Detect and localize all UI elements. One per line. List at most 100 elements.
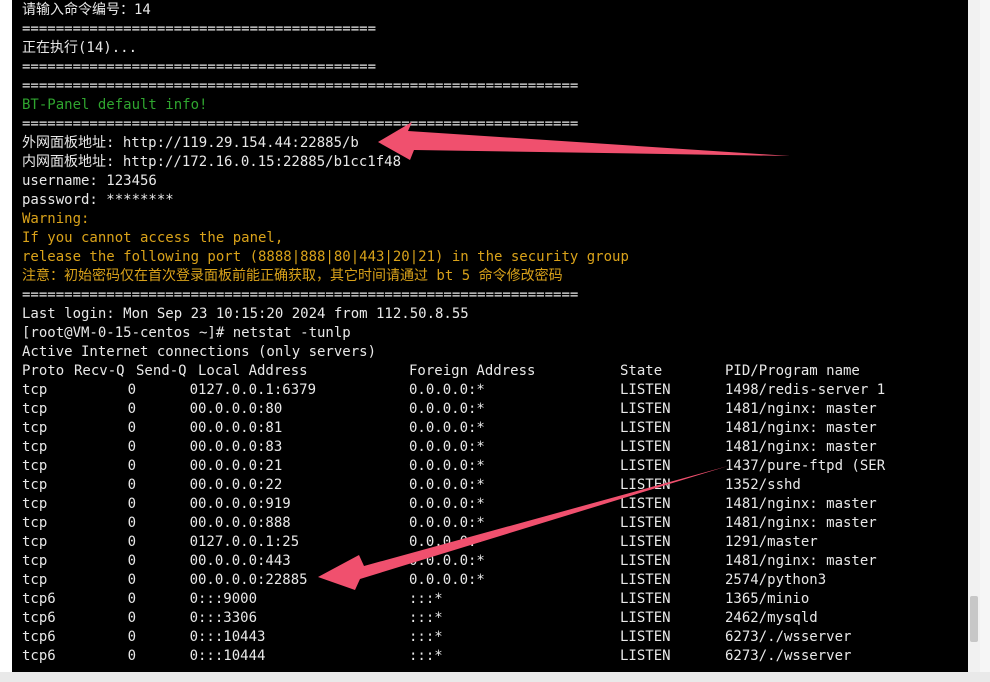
netstat-row: tcp 0 0 0.0.0.0:443 0.0.0.0:* LISTEN 1481/ngin… [22, 552, 962, 571]
netstat-cell: LISTEN [620, 648, 671, 664]
netstat-cell: 1481/nginx: master [725, 496, 877, 512]
netstat-row: tcp 0 0 0.0.0.0:81 0.0.0.0:* LISTEN 1481/nginx… [22, 419, 962, 438]
terminal-line: password: ******** [22, 192, 174, 208]
netstat-row: tcp 0 0 0.0.0.0:919 0.0.0.0:* LISTEN 1481/ngin… [22, 495, 962, 514]
terminal-line: BT-Panel default info! [22, 97, 208, 113]
netstat-cell: tcp6 [22, 591, 56, 607]
terminal-line: ========================================… [22, 59, 377, 75]
netstat-cell: 0 [189, 572, 198, 588]
netstat-row: tcp6 0 0:::3306:::* LISTEN 2462/mysqld [22, 609, 962, 628]
netstat-cell: :::* [409, 629, 443, 645]
netstat-cell: 0 [189, 439, 198, 455]
netstat-cell: LISTEN [620, 458, 671, 474]
netstat-cell: LISTEN [620, 534, 671, 550]
terminal-line: Last login: Mon Sep 23 10:15:20 2024 fro… [22, 306, 469, 322]
netstat-row: tcp6 0 0:::9000:::* LISTEN 1365/minio [22, 590, 962, 609]
netstat-cell: 2462/mysqld [725, 610, 818, 626]
netstat-cell: 0 [127, 401, 136, 417]
scrollbar-edge [980, 0, 990, 672]
netstat-cell: LISTEN [620, 439, 671, 455]
netstat-cell: 0 [127, 534, 136, 550]
netstat-cell: :::* [409, 610, 443, 626]
netstat-cell: 0 [127, 420, 136, 436]
netstat-cell: tcp [22, 572, 48, 588]
netstat-cell: 1481/nginx: master [725, 439, 877, 455]
netstat-cell: 0 [189, 534, 198, 550]
netstat-cell: 0 [127, 458, 136, 474]
netstat-cell: LISTEN [620, 420, 671, 436]
netstat-cell: LISTEN [620, 610, 671, 626]
terminal-line: [root@VM-0-15-centos ~]# netstat -tunlp [22, 325, 351, 341]
netstat-cell: 0.0.0.0:* [409, 553, 485, 569]
netstat-row: tcp 0 0 127.0.0.1:25 0.0.0.0:* LISTEN 1291/mas… [22, 533, 962, 552]
netstat-cell: 0.0.0.0:22 [198, 477, 283, 493]
netstat-cell: LISTEN [620, 496, 671, 512]
terminal-line: 请输入命令编号：14 [22, 2, 151, 18]
netstat-cell: tcp6 [22, 648, 56, 664]
terminal-line: Warning: [22, 211, 90, 227]
netstat-cell: :::10444 [198, 648, 266, 664]
terminal-line: Active Internet connections (only server… [22, 344, 377, 360]
netstat-cell: 1365/minio [725, 591, 810, 607]
netstat-cell: LISTEN [620, 382, 671, 398]
netstat-header-cell: Local Address [198, 363, 308, 379]
netstat-cell: 0.0.0.0:81 [198, 420, 283, 436]
terminal-line: ========================================… [22, 116, 579, 132]
netstat-cell: 2574/python3 [725, 572, 827, 588]
netstat-cell: 0 [189, 610, 198, 626]
netstat-cell: tcp [22, 496, 48, 512]
netstat-cell: tcp [22, 382, 48, 398]
netstat-cell: tcp [22, 553, 48, 569]
netstat-cell: 0.0.0.0:443 [198, 553, 291, 569]
netstat-row: tcp 0 0 0.0.0.0:21 0.0.0.0:* LISTEN 1437/pure-… [22, 457, 962, 476]
netstat-cell: LISTEN [620, 401, 671, 417]
netstat-cell: 6273/./wsserver [725, 629, 852, 645]
netstat-cell: tcp [22, 401, 48, 417]
netstat-cell: 0 [127, 515, 136, 531]
netstat-cell: tcp [22, 534, 48, 550]
terminal-window[interactable]: 请输入命令编号：14 ==============================… [12, 0, 968, 672]
scrollbar-thumb[interactable] [970, 596, 978, 642]
terminal-line: 正在执行(14)... [22, 40, 138, 56]
netstat-cell: tcp [22, 515, 48, 531]
netstat-cell: 1437/pure-ftpd (SER [725, 458, 886, 474]
netstat-header-cell: Recv-Q [74, 363, 125, 379]
netstat-cell: 0 [189, 496, 198, 512]
netstat-cell: :::3306 [198, 610, 258, 626]
netstat-cell: 127.0.0.1:25 [198, 534, 300, 550]
netstat-cell: 0.0.0.0:* [409, 401, 485, 417]
netstat-cell: 0 [127, 439, 136, 455]
netstat-row: tcp6 0 0:::10444:::* LISTEN 6273/./wsserver [22, 647, 962, 666]
netstat-cell: LISTEN [620, 553, 671, 569]
netstat-cell: :::10443 [198, 629, 266, 645]
netstat-header-cell: PID/Program name [725, 363, 860, 379]
netstat-header-cell: Proto [22, 363, 65, 379]
netstat-cell: tcp [22, 458, 48, 474]
netstat-cell: 1481/nginx: master [725, 515, 877, 531]
terminal-line: username: 123456 [22, 173, 157, 189]
netstat-cell: 0 [127, 572, 136, 588]
netstat-cell: tcp [22, 439, 48, 455]
terminal-line: ========================================… [22, 78, 579, 94]
terminal-output: 请输入命令编号：14 ==============================… [22, 1, 962, 666]
netstat-row: tcp6 0 0:::10443:::* LISTEN 6273/./wsserver [22, 628, 962, 647]
netstat-cell: 1352/sshd [725, 477, 801, 493]
netstat-row: tcp 0 0 0.0.0.0:22885 0.0.0.0:* LISTEN 2574/py… [22, 571, 962, 590]
terminal-line: 内网面板地址: http://172.16.0.15:22885/b1cc1f4… [22, 154, 402, 170]
netstat-cell: 0.0.0.0:* [409, 572, 485, 588]
netstat-cell: LISTEN [620, 591, 671, 607]
netstat-cell: 0 [127, 629, 136, 645]
netstat-cell: 0 [127, 477, 136, 493]
netstat-cell: 0 [189, 591, 198, 607]
netstat-cell: 0.0.0.0:* [409, 420, 485, 436]
netstat-row: tcp 0 0 0.0.0.0:22 0.0.0.0:* LISTEN 1352/sshd [22, 476, 962, 495]
netstat-cell: :::* [409, 591, 443, 607]
netstat-cell: 0 [127, 382, 136, 398]
terminal-line: 外网面板地址: http://119.29.154.44:22885/b [22, 135, 359, 151]
bottom-status-bar [0, 672, 990, 682]
netstat-cell: 1481/nginx: master [725, 420, 877, 436]
netstat-cell: LISTEN [620, 477, 671, 493]
terminal-line: ========================================… [22, 21, 377, 37]
netstat-cell: 1481/nginx: master [725, 401, 877, 417]
netstat-cell: tcp6 [22, 629, 56, 645]
